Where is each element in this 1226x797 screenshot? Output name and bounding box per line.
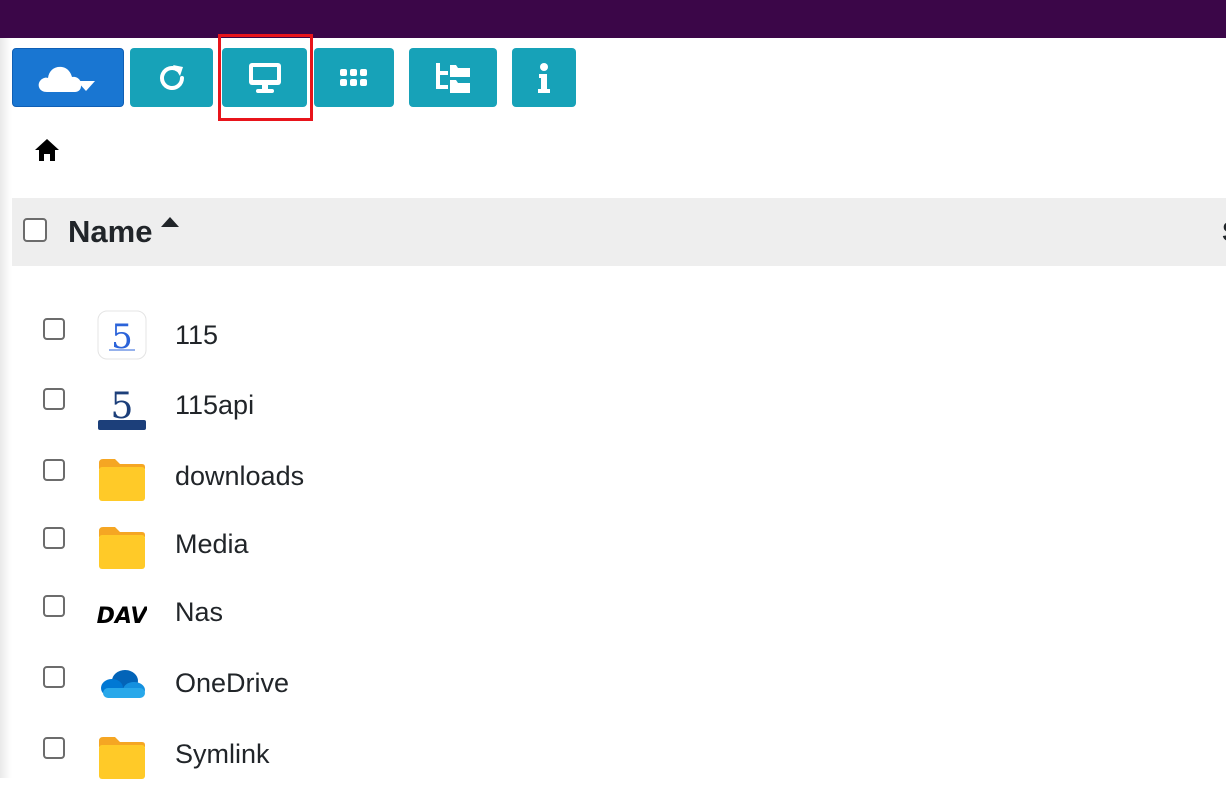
row-checkbox[interactable] [43,318,65,340]
row-name: Symlink [175,739,270,769]
table-row[interactable]: DAV Nas [0,595,1226,655]
grid-icon [340,68,367,86]
row-checkbox[interactable] [43,595,65,617]
folder-tree-icon [436,62,470,93]
name-column-label: Name [68,214,153,249]
refresh-button[interactable] [130,48,213,107]
size-column-header[interactable]: S [1222,216,1226,248]
table-row[interactable]: 5 115api [0,386,1226,448]
info-icon [538,62,550,93]
cloud-menu-button[interactable] [12,48,124,107]
desktop-view-button[interactable] [222,48,307,107]
desktop-icon [248,62,281,93]
breadcrumb[interactable] [32,136,64,166]
row-name: Media [175,529,249,559]
row-name: 115api [175,390,255,420]
table-row[interactable]: Media [0,527,1226,587]
row-checkbox[interactable] [43,459,65,481]
table-row[interactable]: 5 115 [0,310,1226,378]
folder-icon [99,459,145,501]
name-column-header[interactable]: Name [68,214,180,250]
home-icon [35,139,59,161]
table-row[interactable]: OneDrive [0,666,1226,726]
row-name: OneDrive [175,668,290,698]
top-bar [0,0,1226,38]
svg-text:5: 5 [111,317,133,357]
dav-logo-icon: DAV [97,604,147,629]
row-name: downloads [175,461,305,491]
table-row[interactable]: Symlink [0,737,1226,797]
refresh-icon [159,64,184,90]
115-api-logo-icon: 5 [98,386,146,430]
row-checkbox[interactable] [43,388,65,410]
row-checkbox[interactable] [43,737,65,759]
tree-view-button[interactable] [409,48,497,107]
row-name: 115 [175,320,219,350]
row-name: Nas [175,597,224,627]
onedrive-icon [101,670,145,698]
115-logo-icon: 5 [97,310,147,360]
row-checkbox[interactable] [43,666,65,688]
sort-ascending-icon [161,217,180,227]
svg-text:DAV: DAV [97,604,147,629]
table-row[interactable]: downloads [0,459,1226,519]
cloud-caret-icon [38,66,95,92]
select-all-checkbox[interactable] [23,218,47,242]
info-button[interactable] [512,48,576,107]
row-checkbox[interactable] [43,527,65,549]
table-header: Name S [12,198,1226,266]
folder-icon [99,527,145,569]
grid-view-button[interactable] [314,48,394,107]
folder-icon [99,737,145,779]
